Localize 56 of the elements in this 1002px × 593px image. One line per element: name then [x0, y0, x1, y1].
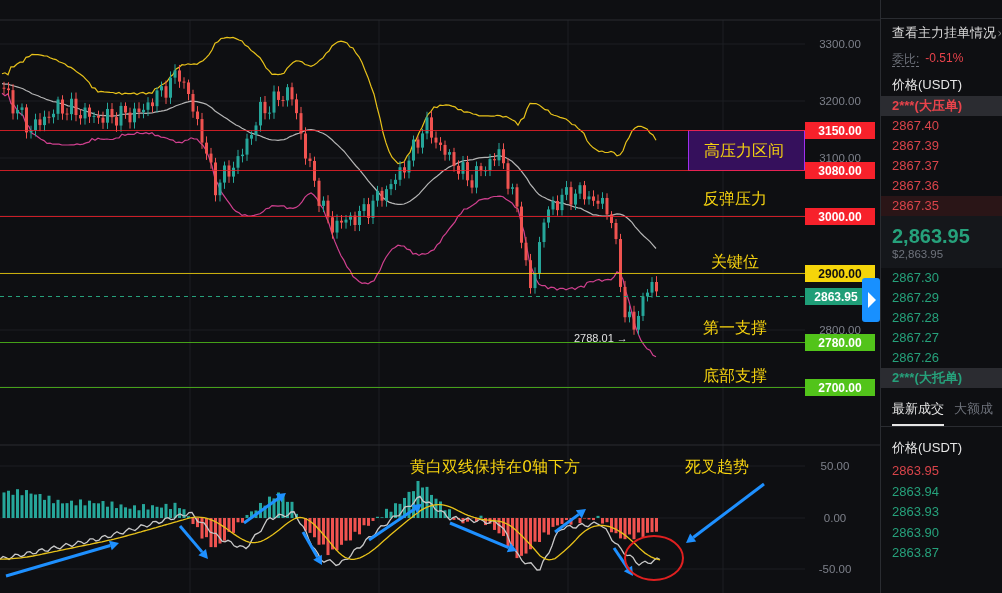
bid-price: 2867.27	[891, 329, 940, 347]
bid-price: 2867.29	[891, 289, 940, 307]
column-header: 价格(USDT)	[891, 76, 964, 94]
trades-tab[interactable]: 最新成交	[892, 400, 944, 426]
arrow	[449, 521, 517, 553]
price-axis-label: 3300.00	[819, 38, 861, 50]
price-level-tag: 3000.00	[805, 208, 875, 225]
price-axis-label: 3100.00	[819, 152, 861, 164]
order-book-link[interactable]: 查看主力挂单情况	[881, 18, 1002, 43]
trade-price: 2863.95	[891, 462, 940, 480]
annotation-label: 关键位	[711, 252, 759, 271]
column-header: 价格(USDT)	[891, 439, 964, 457]
highlight-circle	[624, 535, 684, 581]
bid-price: 2867.26	[891, 349, 940, 367]
annotation-label: 第一支撑	[703, 318, 767, 337]
ratio-label: 委比:	[892, 51, 920, 67]
ask-price: 2867.35	[881, 196, 1002, 216]
panel-toggle-handle[interactable]	[862, 278, 880, 322]
annotation-label: 底部支撑	[703, 366, 767, 385]
bid-price: 2867.30	[891, 269, 940, 287]
trade-price: 2863.87	[891, 544, 940, 562]
price-level-tag: 3080.00	[805, 162, 875, 179]
arrow	[554, 509, 586, 534]
ratio-value: -0.51%	[925, 51, 964, 67]
price-axis-label: 3200.00	[819, 95, 861, 107]
last-price-usd: $2,863.95	[892, 247, 945, 260]
ask-price: 2867.36	[891, 177, 940, 195]
annotation-label: 反弹压力	[703, 189, 767, 208]
arrow	[243, 493, 286, 525]
price-level-tag: 2780.00	[805, 334, 875, 351]
ask-price: 2867.40	[891, 117, 940, 135]
low-price-marker: 2788.01 →	[574, 332, 628, 344]
arrow	[178, 525, 208, 559]
arrow	[612, 547, 633, 576]
trade-price: 2863.93	[891, 503, 940, 521]
annotation-label: 黄白双线保持在0轴下方	[410, 457, 581, 476]
ask-price: 2867.37	[891, 157, 940, 175]
arrow	[368, 504, 422, 542]
trades-tab[interactable]: 大额成	[954, 400, 993, 424]
price-level-tag: 2900.00	[805, 265, 875, 282]
macd-axis-label: -50.00	[818, 563, 852, 575]
price-axis-label: 2800.00	[819, 324, 861, 336]
resistance-zone-box: 高压力区间	[688, 130, 805, 171]
large-buy-order-banner: 2***(大托单)	[881, 368, 1002, 388]
last-price: 2,863.95	[892, 224, 971, 248]
arrow	[301, 531, 322, 565]
macd-axis-label: 50.00	[820, 460, 850, 472]
trade-price: 2863.94	[891, 482, 940, 501]
price-level-tag: 2700.00	[805, 379, 875, 396]
bid-price: 2867.28	[891, 309, 940, 327]
macd-axis-label: 0.00	[823, 512, 847, 524]
price-level-tag: 3150.00	[805, 122, 875, 139]
trade-price: 2863.90	[891, 523, 940, 542]
large-sell-order-banner: 2***(大压单)	[881, 96, 1002, 116]
annotation-label: 死叉趋势	[685, 457, 749, 476]
ask-price: 2867.39	[891, 137, 940, 155]
